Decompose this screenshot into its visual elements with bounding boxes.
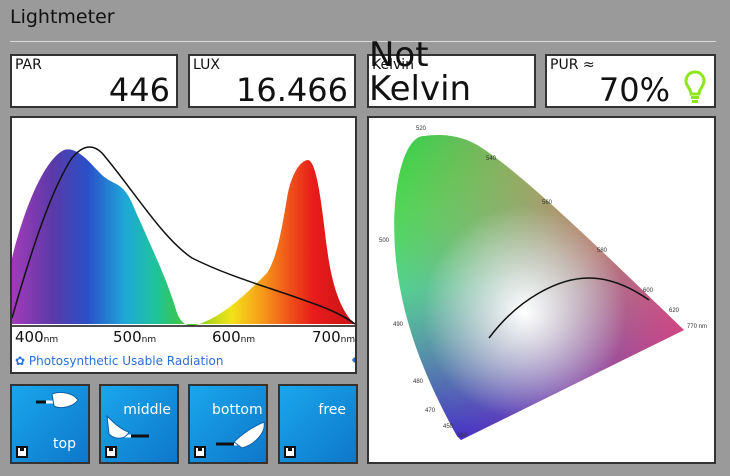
- tick-600: 600nm: [212, 328, 256, 346]
- cie-diagram: 520 540 560 580 600 620 770 nm 500 490 4…: [379, 126, 707, 440]
- cie-label-450: 450: [443, 424, 454, 430]
- cie-label-580: 580: [597, 248, 608, 254]
- save-icon[interactable]: [105, 446, 117, 458]
- lux-meter: LUX 16.466: [188, 54, 356, 108]
- save-icon[interactable]: [16, 446, 28, 458]
- preset-middle[interactable]: middle: [99, 384, 179, 464]
- cie-label-490: 490: [393, 322, 404, 328]
- spectrum-panel: 400nm 500nm 600nm 700nm ✿ Photosynthetic…: [10, 116, 357, 374]
- preset-top-label: top: [53, 436, 76, 452]
- save-icon[interactable]: [194, 446, 206, 458]
- cie-label-470: 470: [425, 408, 436, 414]
- save-icon[interactable]: [284, 446, 296, 458]
- preset-middle-label: middle: [123, 402, 171, 418]
- cie-label-560: 560: [542, 200, 553, 206]
- cie-label-380: 380: [457, 433, 468, 439]
- tick-500: 500nm: [113, 328, 157, 346]
- cie-label-500: 500: [379, 238, 390, 244]
- cie-diagram-panel: 520 540 560 580 600 620 770 nm 500 490 4…: [367, 116, 716, 464]
- par-meter: PAR 446: [10, 54, 178, 108]
- lux-label: LUX: [193, 57, 220, 73]
- preset-bottom[interactable]: bottom: [188, 384, 268, 464]
- cie-label-600: 600: [643, 288, 654, 294]
- preset-free-label: free: [318, 402, 346, 418]
- cie-label-480: 480: [413, 379, 424, 385]
- spectrum-area: [12, 149, 355, 326]
- title-divider: [10, 41, 716, 42]
- cie-label-620: 620: [669, 308, 680, 314]
- lightbulb-icon: [684, 70, 706, 108]
- kelvin-value: Not Kelvin: [369, 35, 472, 109]
- par-label: PAR: [15, 57, 42, 73]
- pur-value: 70%: [598, 71, 670, 109]
- spectrum-legend: ✿ Photosynthetic Usable Radiation: [15, 354, 223, 368]
- preset-top[interactable]: top: [10, 384, 90, 464]
- preset-bottom-label: bottom: [212, 402, 263, 418]
- cie-label-770: 770 nm: [687, 324, 707, 330]
- cie-label-540: 540: [486, 156, 497, 162]
- preset-free[interactable]: free: [278, 384, 358, 464]
- app-title: Lightmeter: [10, 6, 115, 28]
- cie-label-520: 520: [416, 126, 427, 132]
- plant-icon: ✿: [15, 354, 26, 368]
- legend-text: Photosynthetic Usable Radiation: [28, 354, 224, 368]
- kelvin-meter: Kelvin Not Kelvin: [367, 38, 536, 108]
- tick-400: 400nm: [15, 328, 59, 346]
- pur-meter: PUR ≈ 70%: [545, 54, 716, 108]
- tick-700: 700nm: [312, 328, 356, 346]
- par-value: 446: [108, 71, 170, 109]
- pur-label: PUR ≈: [550, 57, 595, 73]
- lux-value: 16.466: [236, 71, 348, 109]
